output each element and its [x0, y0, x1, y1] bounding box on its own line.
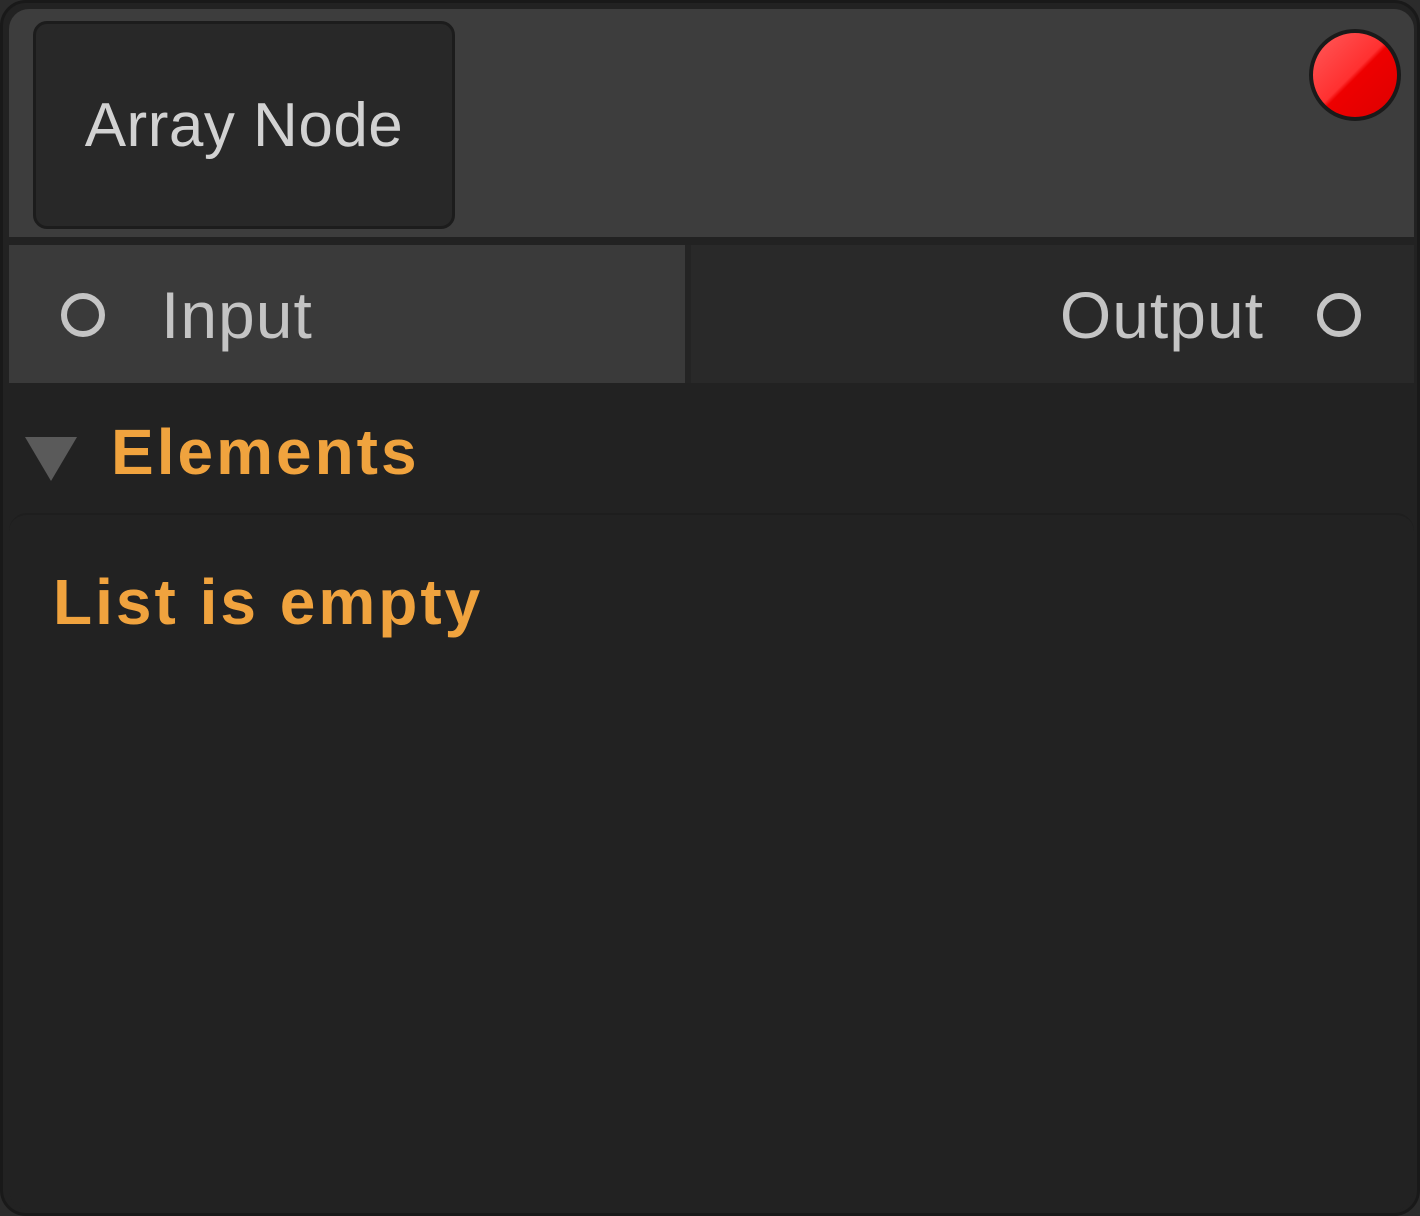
- elements-label: Elements: [111, 416, 420, 488]
- output-port-label: Output: [1059, 278, 1264, 352]
- elements-foldout[interactable]: Elements: [9, 395, 1414, 513]
- node-title: Array Node: [84, 90, 404, 160]
- output-port[interactable]: Output: [691, 245, 1414, 383]
- node-title-field[interactable]: Array Node: [33, 21, 455, 229]
- node-header[interactable]: Array Node: [9, 9, 1414, 237]
- input-port-circle-icon[interactable]: [61, 293, 105, 337]
- array-node[interactable]: Array Node Input Output Elements List is…: [0, 0, 1420, 1216]
- empty-list-message: List is empty: [53, 566, 484, 638]
- input-port-label: Input: [161, 278, 313, 352]
- foldout-triangle-icon[interactable]: [25, 437, 77, 481]
- elements-list: List is empty: [9, 513, 1414, 1211]
- input-port[interactable]: Input: [9, 245, 685, 383]
- port-row: Input Output: [9, 245, 1414, 385]
- output-port-circle-icon[interactable]: [1317, 293, 1361, 337]
- status-indicator-icon[interactable]: [1309, 29, 1401, 121]
